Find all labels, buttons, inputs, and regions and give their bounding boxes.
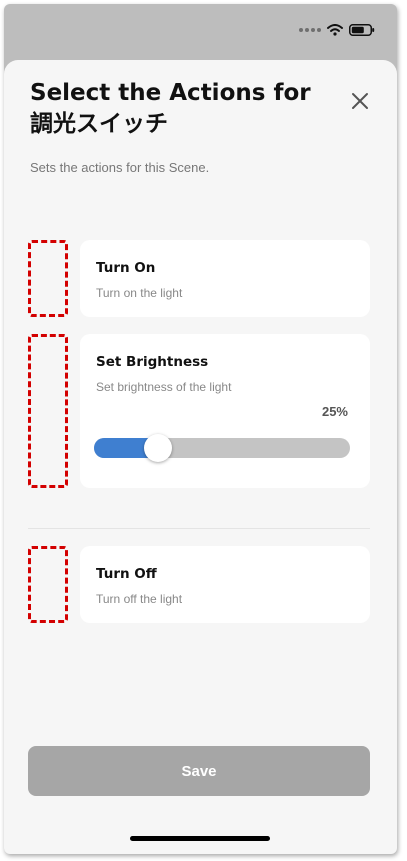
- divider: [28, 528, 370, 529]
- status-bar: [4, 4, 397, 56]
- save-button[interactable]: Save: [28, 746, 370, 796]
- action-sheet: Select the Actions for 調光スイッチ Sets the a…: [4, 60, 397, 854]
- action-description: Set brightness of the light: [96, 380, 232, 394]
- close-icon[interactable]: [349, 90, 371, 112]
- brightness-value: 25%: [321, 404, 348, 419]
- signal-dots-icon: [299, 28, 321, 32]
- slider-thumb[interactable]: [144, 434, 172, 462]
- action-placeholder-turn-off: [28, 546, 68, 623]
- action-title: Turn On: [96, 260, 156, 276]
- action-card-set-brightness[interactable]: Set Brightness Set brightness of the lig…: [80, 334, 370, 488]
- status-icons: [299, 24, 375, 36]
- home-indicator: [130, 836, 270, 841]
- action-card-turn-off[interactable]: Turn Off Turn off the light: [80, 546, 370, 623]
- action-card-turn-on[interactable]: Turn On Turn on the light: [80, 240, 370, 317]
- action-description: Turn on the light: [96, 286, 183, 300]
- action-placeholder-turn-on: [28, 240, 68, 317]
- sheet-title-line1: Select the Actions for: [30, 80, 311, 106]
- sheet-title-line2: 調光スイッチ: [30, 111, 168, 137]
- action-title: Turn Off: [96, 566, 157, 582]
- phone-screen: Select the Actions for 調光スイッチ Sets the a…: [4, 4, 397, 854]
- brightness-slider[interactable]: [94, 434, 350, 462]
- battery-icon: [349, 24, 375, 36]
- sheet-subtitle: Sets the actions for this Scene.: [30, 160, 210, 175]
- action-title: Set Brightness: [96, 354, 209, 370]
- wifi-icon: [327, 24, 343, 36]
- action-description: Turn off the light: [96, 592, 183, 606]
- sheet-title: Select the Actions for 調光スイッチ: [30, 78, 330, 140]
- action-placeholder-set-brightness: [28, 334, 68, 488]
